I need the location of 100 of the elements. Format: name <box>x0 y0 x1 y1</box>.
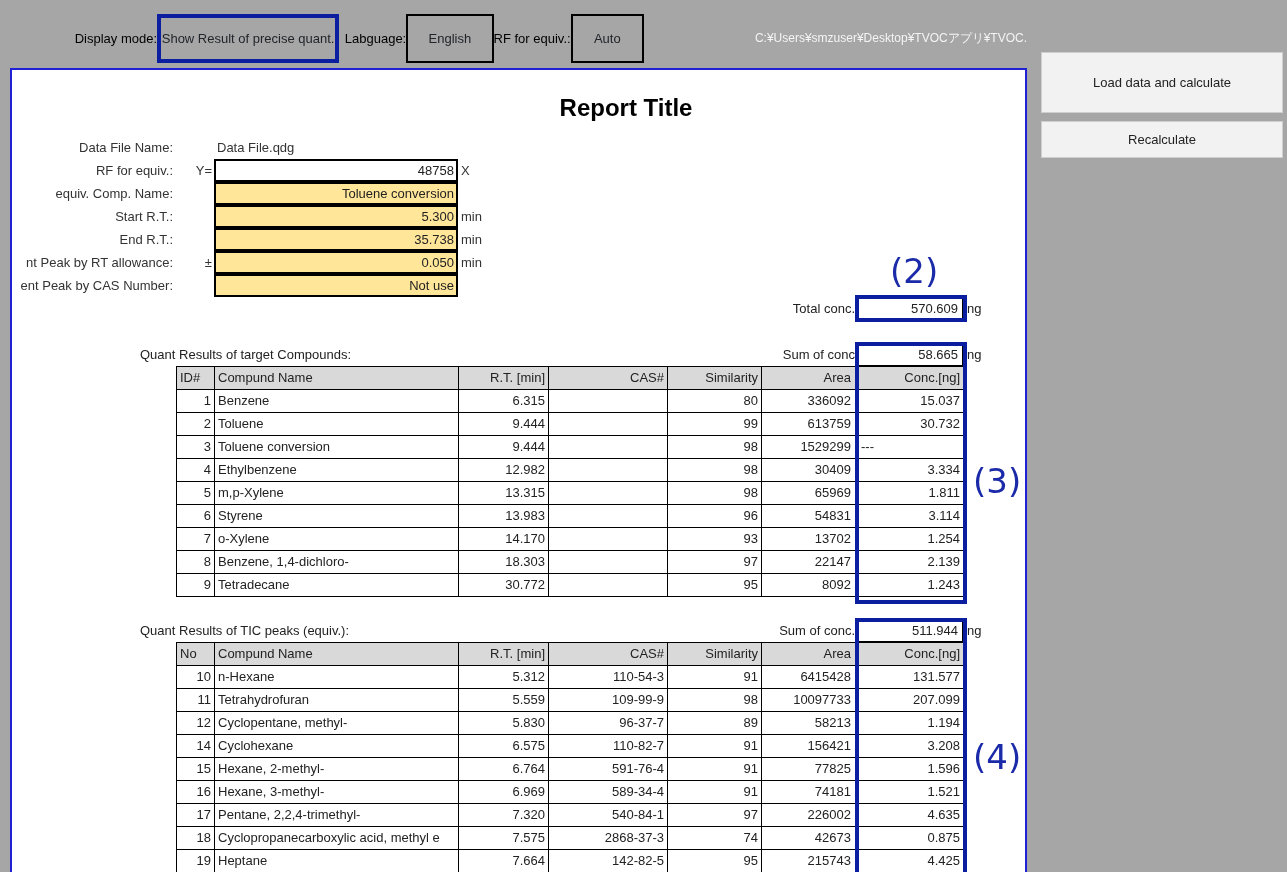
param-label: nt Peak by RT allowance: <box>25 253 173 272</box>
table-cell: 16 <box>176 780 215 804</box>
table-cell: 8 <box>176 550 215 574</box>
table-cell: m,p-Xylene <box>214 481 459 505</box>
table-cell: 12.982 <box>458 458 549 482</box>
table-cell: n-Hexane <box>214 665 459 689</box>
setting-label: Display mode: <box>73 30 158 48</box>
param-unit: min <box>460 230 483 249</box>
param-unit: min <box>460 207 483 226</box>
report-title: Report Title <box>558 93 694 123</box>
column-header: Conc.[ng] <box>857 642 964 666</box>
param-field[interactable]: Toluene conversion <box>214 182 458 205</box>
param-field[interactable]: 5.300 <box>214 205 458 228</box>
table-cell: 98 <box>667 435 762 459</box>
table-cell: 97 <box>667 803 762 827</box>
table-cell: 98 <box>667 458 762 482</box>
param-field[interactable]: 0.050 <box>214 251 458 274</box>
column-header: Area <box>761 366 858 390</box>
table-cell: 2868-37-3 <box>548 826 668 850</box>
table-cell: 14 <box>176 734 215 758</box>
column-header: CAS# <box>548 642 668 666</box>
param-field[interactable]: Not use <box>214 274 458 297</box>
table-cell: Benzene <box>214 389 459 413</box>
section-caption: Quant Results of TIC peaks (equiv.): <box>140 622 351 640</box>
table-cell: 93 <box>667 527 762 551</box>
param-field[interactable]: 48758 <box>214 159 458 182</box>
table-cell: 18.303 <box>458 550 549 574</box>
table-cell: Cyclohexane <box>214 734 459 758</box>
load-button[interactable]: Load data and calculate <box>1041 52 1283 113</box>
table-cell: 6.315 <box>458 389 549 413</box>
unit-label: ng <box>966 300 983 318</box>
table-cell: Cyclopentane, methyl- <box>214 711 459 735</box>
recalculate-button[interactable]: Recalculate <box>1041 121 1283 158</box>
table-cell: 6.575 <box>458 734 549 758</box>
setting-label: Labguage: <box>343 30 407 48</box>
table-cell: 5.559 <box>458 688 549 712</box>
unit-label: ng <box>966 346 983 364</box>
setting-button[interactable]: English <box>406 14 494 63</box>
table-cell: Hexane, 2-methyl- <box>214 757 459 781</box>
param-unit: min <box>460 253 483 272</box>
setting-button[interactable]: Auto <box>570 14 644 63</box>
table-cell: Toluene <box>214 412 459 436</box>
table-cell: Benzene, 1,4-dichloro- <box>214 550 459 574</box>
table-cell: Cyclopropanecarboxylic acid, methyl e <box>214 826 459 850</box>
table-cell: 13.315 <box>458 481 549 505</box>
param-label: Data File Name: <box>78 138 173 157</box>
param-value: Data File.qdg <box>216 138 296 157</box>
table-cell: 91 <box>667 665 762 689</box>
table-cell: 6.969 <box>458 780 549 804</box>
table-cell: o-Xylene <box>214 527 459 551</box>
table-cell: 7.575 <box>458 826 549 850</box>
annotation-label: (4) <box>973 737 1022 777</box>
table-cell: 109-99-9 <box>548 688 668 712</box>
table-cell: 2 <box>176 412 215 436</box>
param-label: ent Peak by CAS Number: <box>19 276 173 295</box>
table-cell: 96-37-7 <box>548 711 668 735</box>
table-cell: 89 <box>667 711 762 735</box>
table-cell: 15 <box>176 757 215 781</box>
table-cell: 5.830 <box>458 711 549 735</box>
table-cell: 540-84-1 <box>548 803 668 827</box>
table-cell: 5.312 <box>458 665 549 689</box>
table-cell: Hexane, 3-methyl- <box>214 780 459 804</box>
table-cell: 91 <box>667 734 762 758</box>
table-cell: 12 <box>176 711 215 735</box>
table-cell: 9 <box>176 573 215 597</box>
param-unit: X <box>460 161 471 180</box>
setting-button[interactable]: Show Result of precise quant. <box>157 14 340 63</box>
param-prefix: ± <box>203 253 213 272</box>
table-cell: 4 <box>176 458 215 482</box>
table-cell: 13.983 <box>458 504 549 528</box>
table-cell: Tetradecane <box>214 573 459 597</box>
table-cell: 98 <box>667 688 762 712</box>
param-label: equiv. Comp. Name: <box>54 184 173 203</box>
param-label: RF for equiv.: <box>94 161 173 180</box>
table-cell: 98 <box>667 481 762 505</box>
table-cell: 11 <box>176 688 215 712</box>
setting-label: RF for equiv.: <box>493 30 571 48</box>
unit-label: ng <box>966 622 983 640</box>
column-header: Similarity <box>667 642 762 666</box>
table-cell: 91 <box>667 780 762 804</box>
column-header: ID# <box>176 366 215 390</box>
table-cell: 589-34-4 <box>548 780 668 804</box>
param-field[interactable]: 35.738 <box>214 228 458 251</box>
param-label: End R.T.: <box>118 230 173 249</box>
table-cell: 7.320 <box>458 803 549 827</box>
table-cell: 80 <box>667 389 762 413</box>
table-cell: 110-82-7 <box>548 734 668 758</box>
table-cell: 96 <box>667 504 762 528</box>
table-cell: 14.170 <box>458 527 549 551</box>
column-header: Conc.[ng] <box>857 366 964 390</box>
table-cell: 18 <box>176 826 215 850</box>
table-cell: 591-76-4 <box>548 757 668 781</box>
table-cell: 19 <box>176 849 215 872</box>
table-cell: 6.764 <box>458 757 549 781</box>
table-cell: 99 <box>667 412 762 436</box>
table-cell: 91 <box>667 757 762 781</box>
table-cell: 17 <box>176 803 215 827</box>
annotation-label: (2) <box>890 251 939 291</box>
column-header: Compund Name <box>214 642 459 666</box>
column-header: R.T. [min] <box>458 642 549 666</box>
